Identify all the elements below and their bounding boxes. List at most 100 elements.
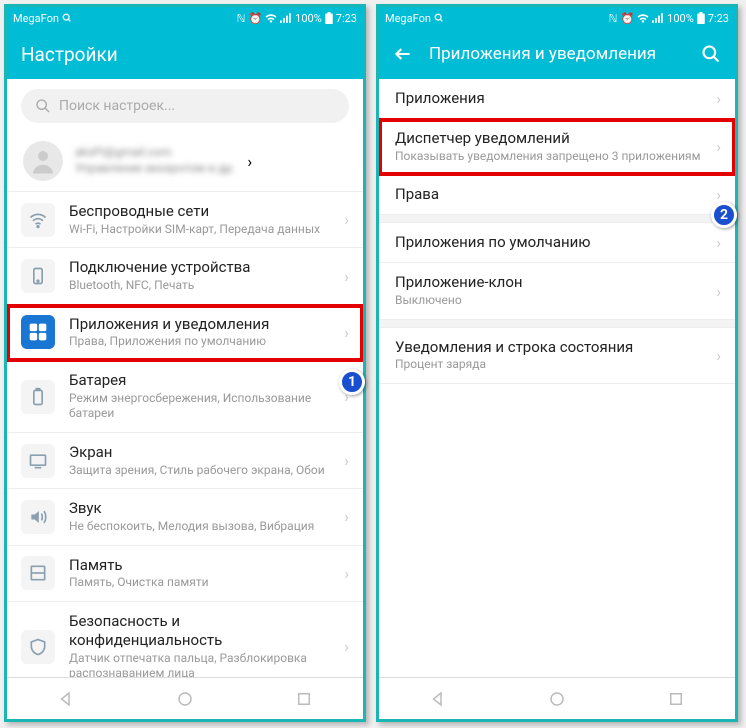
chevron-right-icon: ›: [344, 323, 349, 342]
chevron-right-icon: ›: [344, 451, 349, 470]
search-input[interactable]: Поиск настроек...: [21, 89, 349, 123]
status-bar: MegaFon ℕ ⏰ 100% 7:23: [7, 7, 363, 29]
account-row[interactable]: aksPi@gmail.com Управление аккаунтом и д…: [7, 131, 363, 192]
chevron-right-icon: ›: [716, 346, 721, 365]
wifi-icon: [637, 13, 649, 23]
status-bar: MegaFon ℕ ⏰ 100% 7:23: [379, 7, 735, 29]
battery-icon: [697, 12, 705, 24]
content-area: Приложения›Диспетчер уведомленийПоказыва…: [379, 79, 735, 677]
row-sub: Процент заряда: [395, 357, 702, 373]
settings-row[interactable]: Уведомления и строка состоянияПроцент за…: [379, 328, 735, 384]
search-mini-icon: [62, 13, 72, 23]
nav-recent[interactable]: [655, 684, 697, 714]
account-sub: Управление аккаунтом и др.: [75, 161, 235, 177]
wifi-icon: [265, 13, 277, 23]
settings-row-security[interactable]: Безопасность и конфиденциальностьДатчик …: [7, 602, 363, 677]
settings-row[interactable]: Приложение-клонВыключено ›: [379, 263, 735, 319]
chevron-right-icon: ›: [344, 267, 349, 286]
search-placeholder: Поиск настроек...: [59, 98, 175, 114]
settings-list: Приложения›Диспетчер уведомленийПоказыва…: [379, 79, 735, 677]
page-title: Приложения и уведомления: [429, 44, 685, 64]
row-title: Память: [69, 556, 330, 575]
chevron-right-icon: ›: [344, 210, 349, 229]
carrier-label: MegaFon: [385, 12, 431, 25]
settings-row-sound[interactable]: ЗвукНе беспокоить, Мелодия вызова, Вибра…: [7, 489, 363, 545]
signal-icon: [280, 13, 292, 23]
row-sub: Выключено: [395, 293, 702, 309]
settings-row-storage[interactable]: ПамятьПамять, Очистка памяти›: [7, 546, 363, 602]
row-title: Приложения и уведомления: [69, 315, 330, 334]
page-title: Настройки: [21, 43, 349, 66]
nav-bar: [379, 677, 735, 719]
row-title: Экран: [69, 443, 330, 462]
settings-row-wifi[interactable]: Беспроводные сетиWi-Fi, Настройки SIM-ка…: [7, 192, 363, 248]
app-bar: Приложения и уведомления: [379, 29, 735, 79]
callout-badge-1: 1: [339, 369, 365, 395]
row-sub: Защита зрения, Стиль рабочего экрана, Об…: [69, 463, 330, 479]
row-title: Приложения: [395, 89, 702, 108]
chevron-right-icon: ›: [247, 152, 252, 171]
battery-icon: [325, 12, 333, 24]
row-title: Подключение устройства: [69, 258, 330, 277]
display-icon: [21, 444, 55, 478]
row-title: Приложение-клон: [395, 273, 702, 292]
settings-row-battery[interactable]: БатареяРежим энергосбережения, Использов…: [7, 361, 363, 433]
carrier-label: MegaFon: [13, 12, 59, 25]
row-title: Приложения по умолчанию: [395, 233, 702, 252]
row-sub: Wi-Fi, Настройки SIM-карт, Передача данн…: [69, 222, 330, 238]
search-icon: [35, 98, 51, 114]
row-sub: Права, Приложения по умолчанию: [69, 334, 330, 350]
settings-row[interactable]: Приложения по умолчанию ›: [379, 223, 735, 263]
avatar: [23, 141, 63, 181]
row-sub: Не беспокоить, Мелодия вызова, Вибрация: [69, 519, 330, 535]
sound-icon: [21, 500, 55, 534]
nav-home[interactable]: [164, 684, 206, 714]
chevron-right-icon: ›: [716, 282, 721, 301]
phone-left: MegaFon ℕ ⏰ 100% 7:23 Настройки: [4, 4, 366, 722]
row-title: Безопасность и конфиденциальность: [69, 612, 330, 650]
nav-home[interactable]: [536, 684, 578, 714]
row-title: Уведомления и строка состояния: [395, 338, 702, 357]
time-label: 7:23: [708, 12, 729, 25]
chevron-right-icon: ›: [716, 233, 721, 252]
nav-bar: [7, 677, 363, 719]
content-area: Поиск настроек... aksPi@gmail.com Управл…: [7, 79, 363, 677]
row-sub: Показывать уведомления запрещено 3 прило…: [395, 149, 702, 165]
row-sub: Режим энергосбережения, Использование ба…: [69, 391, 330, 422]
chevron-right-icon: ›: [344, 507, 349, 526]
battery-label: 100%: [667, 12, 694, 25]
search-button[interactable]: [701, 44, 721, 64]
nav-back[interactable]: [417, 684, 459, 714]
row-title: Беспроводные сети: [69, 202, 330, 221]
callout-badge-2: 2: [711, 202, 737, 228]
settings-list: Беспроводные сетиWi-Fi, Настройки SIM-ка…: [7, 192, 363, 677]
nfc-icon: ℕ: [609, 12, 618, 25]
alarm-icon: ⏰: [248, 12, 262, 25]
app-bar: Настройки: [7, 29, 363, 79]
row-sub: Bluetooth, NFC, Печать: [69, 278, 330, 294]
signal-icon: [652, 13, 664, 23]
row-title: Диспетчер уведомлений: [395, 129, 702, 148]
phone-right: MegaFon ℕ ⏰ 100% 7:23 Приложения и уведо…: [376, 4, 738, 722]
chevron-right-icon: ›: [716, 137, 721, 156]
row-title: Звук: [69, 499, 330, 518]
security-icon: [21, 630, 55, 664]
settings-row[interactable]: Права›: [379, 175, 735, 215]
back-button[interactable]: [393, 44, 413, 64]
settings-row-device[interactable]: Подключение устройстваBluetooth, NFC, Пе…: [7, 248, 363, 304]
nav-back[interactable]: [45, 684, 87, 714]
settings-row-display[interactable]: ЭкранЗащита зрения, Стиль рабочего экран…: [7, 433, 363, 489]
chevron-right-icon: ›: [344, 637, 349, 656]
row-sub: Датчик отпечатка пальца, Разблокировка р…: [69, 651, 330, 678]
chevron-right-icon: ›: [344, 564, 349, 583]
settings-row[interactable]: Диспетчер уведомленийПоказывать уведомле…: [379, 119, 735, 175]
time-label: 7:23: [336, 12, 357, 25]
nav-recent[interactable]: [283, 684, 325, 714]
settings-row-apps[interactable]: Приложения и уведомленияПрава, Приложени…: [7, 305, 363, 361]
search-mini-icon: [434, 13, 444, 23]
account-email: aksPi@gmail.com: [75, 145, 235, 161]
alarm-icon: ⏰: [620, 12, 634, 25]
row-title: Права: [395, 185, 702, 204]
settings-row[interactable]: Приложения›: [379, 79, 735, 119]
row-title: Батарея: [69, 371, 330, 390]
